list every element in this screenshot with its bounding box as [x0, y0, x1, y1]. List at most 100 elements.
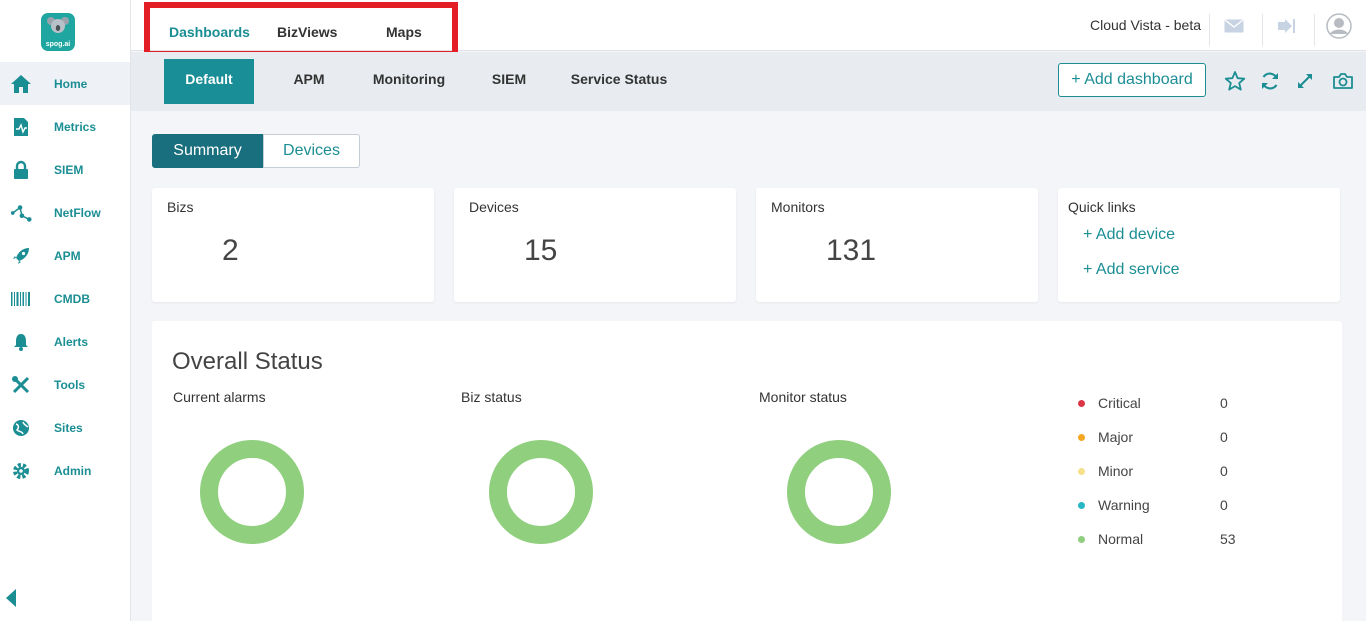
- top-bar: Dashboards BizViews Maps Cloud Vista - b…: [131, 0, 1366, 57]
- sidebar-item-label: SIEM: [54, 162, 84, 177]
- current-alarms-donut[interactable]: [200, 440, 304, 544]
- top-tabs-highlight: Dashboards BizViews Maps: [144, 2, 458, 57]
- avatar[interactable]: [1326, 13, 1352, 39]
- lock-icon: [10, 159, 32, 181]
- sidebar-item-alerts[interactable]: Alerts: [0, 320, 130, 363]
- sidebar-item-metrics[interactable]: Metrics: [0, 105, 130, 148]
- tab-maps[interactable]: Maps: [386, 24, 422, 40]
- devices-card[interactable]: Devices 15: [454, 188, 736, 302]
- monitors-card[interactable]: Monitors 131: [756, 188, 1038, 302]
- sidebar-item-label: CMDB: [54, 291, 90, 306]
- devices-toggle-button[interactable]: Devices: [263, 134, 360, 168]
- add-service-link[interactable]: + Add service: [1083, 261, 1180, 279]
- sidebar-item-home[interactable]: Home: [0, 62, 130, 105]
- add-device-link[interactable]: + Add device: [1083, 226, 1175, 244]
- tab-monitoring[interactable]: Monitoring: [364, 59, 454, 104]
- panel-title: Overall Status: [172, 348, 323, 375]
- star-icon[interactable]: [1224, 70, 1246, 92]
- card-title: Monitors: [771, 199, 825, 215]
- legend-count: 0: [1220, 429, 1228, 445]
- legend-name: Normal: [1098, 531, 1144, 547]
- legend-dot: [1078, 399, 1085, 407]
- metrics-icon: [10, 116, 32, 138]
- monitor-status-label: Monitor status: [759, 389, 847, 405]
- mail-icon[interactable]: [1222, 16, 1246, 36]
- legend-name: Major: [1098, 429, 1134, 445]
- view-toggle: Summary Devices: [152, 134, 360, 168]
- bizs-card[interactable]: Bizs 2: [152, 188, 434, 302]
- logo-text: spog.ai: [45, 41, 71, 48]
- gear-icon: [10, 460, 32, 482]
- legend-minor: Minor 0: [1072, 461, 1272, 481]
- quick-links-card: Quick links + Add device + Add service: [1058, 188, 1340, 302]
- sidebar-item-netflow[interactable]: NetFlow: [0, 191, 130, 234]
- card-title: Devices: [469, 199, 519, 215]
- tools-icon: [10, 374, 32, 396]
- sidebar-item-label: Metrics: [54, 119, 97, 134]
- legend-dot: [1078, 501, 1085, 509]
- barcode-icon: [10, 288, 32, 310]
- spog-logo[interactable]: spog.ai: [41, 13, 75, 51]
- account-label[interactable]: Cloud Vista - beta: [1090, 17, 1201, 33]
- sidebar-item-tools[interactable]: Tools: [0, 363, 130, 406]
- divider: [1209, 14, 1210, 46]
- devices-count: 15: [524, 234, 558, 267]
- monitor-status-donut[interactable]: [787, 440, 891, 544]
- globe-icon: [10, 417, 32, 439]
- divider: [1262, 14, 1263, 46]
- rocket-icon: [10, 245, 32, 267]
- card-title: Bizs: [167, 199, 194, 215]
- expand-icon[interactable]: [1294, 70, 1316, 92]
- current-alarms-label: Current alarms: [173, 389, 266, 405]
- summary-toggle-button[interactable]: Summary: [152, 134, 263, 168]
- monitors-count: 131: [826, 234, 877, 267]
- biz-status-donut[interactable]: [489, 440, 593, 544]
- logout-icon[interactable]: [1274, 16, 1298, 36]
- sidebar-item-apm[interactable]: APM: [0, 234, 130, 277]
- tab-default[interactable]: Default: [164, 59, 254, 104]
- camera-icon[interactable]: [1332, 70, 1354, 92]
- divider: [1314, 14, 1315, 46]
- sidebar-item-label: APM: [54, 248, 81, 263]
- tab-dashboards[interactable]: Dashboards: [169, 24, 250, 40]
- legend-dot: [1078, 433, 1085, 441]
- sidebar-item-cmdb[interactable]: CMDB: [0, 277, 130, 320]
- legend-warning: Warning 0: [1072, 495, 1272, 515]
- legend-dot: [1078, 467, 1085, 475]
- refresh-icon[interactable]: [1259, 70, 1281, 92]
- sidebar-item-label: Sites: [54, 420, 83, 435]
- legend-major: Major 0: [1072, 427, 1272, 447]
- sidebar-nav: Home Metrics SIEM NetFlow APM CMDB Alert…: [0, 62, 130, 492]
- tab-apm[interactable]: APM: [279, 59, 339, 104]
- add-dashboard-button[interactable]: + Add dashboard: [1058, 63, 1206, 97]
- sidebar-item-label: Home: [54, 76, 88, 91]
- sidebar-item-label: Admin: [54, 463, 92, 478]
- overall-status-panel: Overall Status Current alarms Biz status…: [152, 321, 1342, 621]
- biz-status-label: Biz status: [461, 389, 522, 405]
- legend-count: 53: [1220, 531, 1236, 547]
- collapse-sidebar-icon[interactable]: [6, 589, 16, 607]
- sidebar-item-admin[interactable]: Admin: [0, 449, 130, 492]
- card-title: Quick links: [1068, 199, 1136, 215]
- sidebar-item-siem[interactable]: SIEM: [0, 148, 130, 191]
- tab-service-status[interactable]: Service Status: [564, 59, 674, 104]
- sidebar: spog.ai Home Metrics SIEM NetFlow APM CM…: [0, 0, 131, 621]
- sidebar-item-label: Alerts: [54, 334, 89, 349]
- legend-count: 0: [1220, 463, 1228, 479]
- bizs-count: 2: [222, 234, 239, 267]
- home-icon: [10, 73, 32, 95]
- legend-name: Critical: [1098, 395, 1141, 411]
- netflow-icon: [10, 202, 32, 224]
- sidebar-item-label: NetFlow: [54, 205, 101, 220]
- legend-critical: Critical 0: [1072, 393, 1272, 413]
- tab-bizviews[interactable]: BizViews: [277, 24, 337, 40]
- legend-name: Warning: [1098, 497, 1150, 513]
- koala-icon: [47, 17, 69, 33]
- legend-name: Minor: [1098, 463, 1134, 479]
- legend-count: 0: [1220, 497, 1228, 513]
- tab-siem[interactable]: SIEM: [479, 59, 539, 104]
- bell-icon: [10, 331, 32, 353]
- legend-dot: [1078, 535, 1085, 543]
- sidebar-item-sites[interactable]: Sites: [0, 406, 130, 449]
- legend-count: 0: [1220, 395, 1228, 411]
